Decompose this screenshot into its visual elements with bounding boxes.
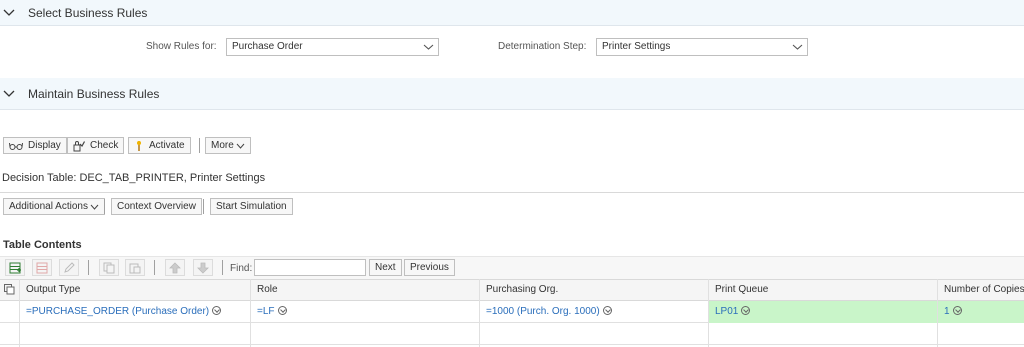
- start-simulation-button[interactable]: Start Simulation: [210, 198, 293, 215]
- maintain-rules-header[interactable]: Maintain Business Rules: [0, 78, 1024, 110]
- actions-separator: [203, 199, 204, 214]
- cell-number-of-copies[interactable]: 1: [938, 301, 962, 323]
- cell-purchasing-org-value: =1000 (Purch. Org. 1000): [486, 306, 600, 317]
- paste-button[interactable]: [125, 259, 145, 276]
- cell-output-type-value: =PURCHASE_ORDER (Purchase Order): [26, 306, 210, 317]
- highlighted-cells: [708, 301, 1024, 323]
- find-label: Find:: [230, 263, 253, 274]
- column-header-role[interactable]: Role: [251, 279, 278, 301]
- actions-separator: [104, 199, 105, 214]
- chevron-down-icon: [3, 90, 15, 97]
- show-rules-value: Purchase Order: [232, 41, 303, 52]
- activate-button[interactable]: Activate: [128, 137, 191, 154]
- more-button[interactable]: More: [205, 137, 251, 154]
- activate-icon: [137, 140, 141, 151]
- check-icon: [73, 140, 85, 151]
- arrow-up-icon: [169, 261, 181, 273]
- value-help-icon[interactable]: [602, 306, 612, 315]
- insert-row-icon: [9, 262, 21, 273]
- paste-icon: [129, 263, 141, 273]
- value-help-icon[interactable]: [952, 306, 962, 315]
- maintain-rules-title: Maintain Business Rules: [28, 86, 160, 101]
- more-label: More: [211, 140, 234, 151]
- move-up-button[interactable]: [165, 259, 185, 276]
- arrow-down-icon: [197, 262, 209, 274]
- select-rules-panel: Show Rules for: Purchase Order Determina…: [0, 26, 1024, 72]
- column-header-purchasing-org[interactable]: Purchasing Org.: [480, 279, 558, 301]
- additional-actions-button[interactable]: Additional Actions: [3, 198, 105, 215]
- find-previous-label: Previous: [410, 262, 449, 273]
- copy-button[interactable]: [99, 259, 119, 276]
- table-toolbar-separator: [88, 260, 89, 275]
- toolbar-separator: [199, 138, 200, 153]
- value-help-icon[interactable]: [212, 306, 222, 315]
- determination-step-select[interactable]: Printer Settings: [596, 38, 808, 56]
- table-row[interactable]: [0, 323, 1024, 345]
- pencil-icon: [64, 261, 75, 273]
- cell-number-of-copies-value: 1: [944, 306, 950, 317]
- display-label: Display: [28, 140, 61, 151]
- select-rules-header[interactable]: Select Business Rules: [0, 0, 1024, 26]
- value-help-icon[interactable]: [277, 306, 287, 315]
- determination-step-label: Determination Step:: [498, 41, 587, 52]
- show-rules-select[interactable]: Purchase Order: [226, 38, 439, 56]
- insert-row-button[interactable]: [5, 259, 25, 276]
- show-rules-label: Show Rules for:: [146, 41, 217, 52]
- cell-role-value: =LF: [257, 306, 275, 317]
- cell-print-queue-value: LP01: [715, 306, 739, 317]
- activate-label: Activate: [149, 140, 185, 151]
- start-simulation-label: Start Simulation: [216, 201, 287, 212]
- delete-row-icon: [36, 262, 48, 273]
- column-header-print-queue[interactable]: Print Queue: [709, 279, 768, 301]
- context-overview-label: Context Overview: [117, 201, 196, 212]
- select-rules-title: Select Business Rules: [28, 5, 148, 20]
- check-label: Check: [90, 140, 119, 151]
- column-header-number-of-copies[interactable]: Number of Copies: [938, 279, 1024, 301]
- divider: [0, 192, 1024, 193]
- select-all-button[interactable]: [4, 284, 15, 298]
- determination-step-value: Printer Settings: [602, 41, 671, 52]
- copy-icon: [103, 262, 115, 273]
- find-next-label: Next: [375, 262, 396, 273]
- find-input[interactable]: [254, 259, 366, 276]
- value-help-icon[interactable]: [741, 306, 751, 315]
- move-down-button[interactable]: [193, 259, 213, 276]
- find-previous-button[interactable]: Previous: [404, 259, 455, 276]
- table-contents-title: Table Contents: [3, 239, 82, 251]
- chevron-down-icon: [792, 44, 803, 50]
- cell-role[interactable]: =LF: [251, 301, 287, 323]
- cell-output-type[interactable]: =PURCHASE_ORDER (Purchase Order): [20, 301, 222, 323]
- select-all-icon: [4, 284, 15, 295]
- chevron-down-icon: [423, 44, 434, 50]
- find-next-button[interactable]: Next: [369, 259, 402, 276]
- edit-button[interactable]: [59, 259, 79, 276]
- context-overview-button[interactable]: Context Overview: [111, 198, 202, 215]
- column-header-output-type[interactable]: Output Type: [20, 279, 80, 301]
- additional-actions-label: Additional Actions: [9, 201, 88, 212]
- cell-print-queue[interactable]: LP01: [709, 301, 751, 323]
- chevron-down-icon: [236, 143, 245, 149]
- decision-table-title: Decision Table: DEC_TAB_PRINTER, Printer…: [2, 172, 266, 184]
- check-button[interactable]: Check: [67, 137, 125, 154]
- cell-purchasing-org[interactable]: =1000 (Purch. Org. 1000): [480, 301, 612, 323]
- delete-row-button[interactable]: [32, 259, 52, 276]
- display-button[interactable]: Display: [3, 137, 67, 154]
- table-toolbar-separator: [222, 260, 223, 275]
- table-toolbar-separator: [154, 260, 155, 275]
- chevron-down-icon: [3, 9, 15, 16]
- glasses-icon: [9, 142, 23, 150]
- chevron-down-icon: [90, 204, 99, 210]
